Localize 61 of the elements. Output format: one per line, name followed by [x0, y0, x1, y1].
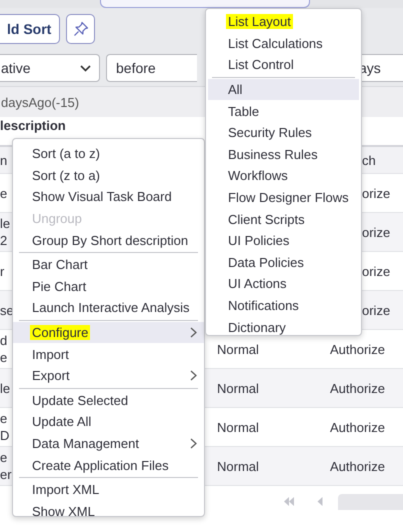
table-cell: orize: [362, 184, 390, 202]
menu-item[interactable]: Update Selected: [13, 390, 204, 412]
menu-item[interactable]: Flow Designer Flows: [208, 186, 359, 208]
menu-item[interactable]: Workflows: [208, 165, 359, 187]
menu-item[interactable]: Notifications: [208, 294, 359, 316]
menu-item[interactable]: Launch Interactive Analysis: [13, 297, 204, 319]
table-cell: D: [0, 427, 10, 444]
group-heading: lescription: [0, 118, 66, 133]
menu-item[interactable]: Update All: [13, 411, 204, 433]
table-cell: orize: [362, 224, 390, 240]
table-cell: r: [0, 262, 4, 280]
menu-item[interactable]: Sort (a to z): [13, 143, 204, 165]
relation-field[interactable]: before: [106, 54, 197, 82]
table-cell: Authorize: [330, 418, 385, 436]
table-cell: Normal: [217, 380, 259, 396]
menu-item[interactable]: Export: [13, 364, 204, 387]
menu-item[interactable]: Table: [208, 100, 359, 122]
table-cell: Authorize: [330, 340, 385, 358]
table-cell: le: [0, 380, 10, 396]
table-cell: er: [0, 466, 12, 483]
table-cell: Normal: [217, 458, 259, 474]
table-cell: orize: [362, 302, 390, 318]
operator-select[interactable]: ative: [0, 54, 100, 82]
table-cell: Normal: [217, 340, 259, 358]
menu-item[interactable]: Group By Short description: [13, 229, 204, 251]
menu-item[interactable]: List Calculations: [208, 32, 359, 54]
table-cell: le: [0, 215, 10, 232]
menu-item[interactable]: Import XML: [13, 478, 204, 500]
menu-item[interactable]: List Layout: [208, 11, 359, 33]
table-cell: Authorize: [330, 380, 385, 396]
table-cell: e: [0, 449, 8, 466]
menu-item[interactable]: UI Actions: [208, 273, 359, 295]
menu-item[interactable]: Client Scripts: [208, 208, 359, 230]
menu-item[interactable]: Show XML: [13, 500, 204, 522]
menu-item[interactable]: Sort (z to a): [13, 164, 204, 186]
menu-item[interactable]: Business Rules: [208, 144, 359, 166]
column-header[interactable]: ch: [362, 152, 376, 168]
table-cell: Authorize: [330, 458, 385, 474]
menu-item[interactable]: Bar Chart: [13, 254, 204, 276]
menu-item[interactable]: List Control: [208, 54, 359, 76]
menu-item[interactable]: UI Policies: [208, 230, 359, 252]
menu-item[interactable]: Data Management: [13, 432, 204, 454]
column-header[interactable]: n: [0, 152, 8, 168]
menu-item[interactable]: Configure: [13, 322, 204, 344]
menu-item[interactable]: Pie Chart: [13, 276, 204, 298]
menu-item[interactable]: Import: [13, 343, 204, 365]
table-cell: e: [0, 349, 8, 366]
menu-item[interactable]: Data Policies: [208, 252, 359, 274]
add-sort-button[interactable]: ld Sort: [0, 14, 60, 44]
menu-item[interactable]: All: [208, 78, 359, 100]
table-cell: e: [0, 184, 8, 202]
menu-item[interactable]: Security Rules: [208, 122, 359, 144]
menu-item[interactable]: Create Application Files: [13, 454, 204, 476]
condition-text: daysAgo(-15): [1, 94, 80, 110]
table-cell: Normal: [217, 418, 259, 436]
table-cell: orize: [362, 262, 390, 280]
menu-item[interactable]: Show Visual Task Board: [13, 186, 204, 208]
table-cell: e: [0, 410, 8, 427]
menu-item[interactable]: Dictionary: [208, 316, 359, 338]
table-cell: d: [0, 332, 8, 349]
table-cell: 2: [0, 232, 8, 249]
